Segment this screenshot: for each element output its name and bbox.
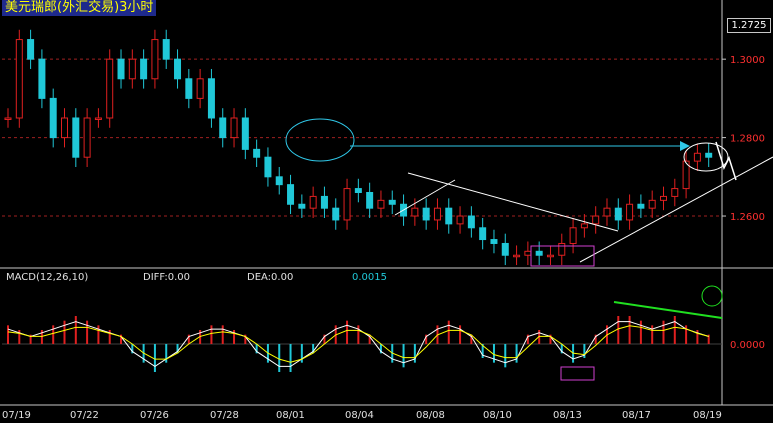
current-price-box: 1.2725 [727, 18, 771, 33]
chart-title: 美元瑞郎(外汇交易)3小时 [2, 0, 157, 16]
candle-body [94, 117, 102, 120]
candle-body [614, 207, 622, 221]
candle-body [264, 156, 272, 178]
x-tick-label: 08/17 [622, 410, 651, 421]
candle-body [332, 207, 340, 221]
trendline-down [407, 172, 619, 232]
macd-diff-label: DIFF:0.00 [143, 272, 191, 283]
candle-body [648, 199, 656, 209]
candle-body [207, 78, 215, 119]
candle-body [49, 97, 57, 139]
candle-body [659, 195, 667, 201]
candle-body [558, 242, 566, 256]
candle-body [117, 58, 125, 80]
candle-body [287, 184, 295, 205]
candle-body [637, 203, 645, 209]
candle-body [705, 152, 713, 158]
annotation-arrow-head [680, 141, 690, 151]
macd-indicator-label: MACD(12,26,10) [6, 272, 89, 283]
candle-body [433, 207, 441, 221]
candle-body [253, 148, 261, 158]
candle-body [128, 58, 136, 80]
candle-body [4, 117, 12, 120]
x-tick-label: 08/01 [276, 410, 305, 421]
annotation-box-2 [560, 366, 595, 381]
x-tick-label: 08/10 [483, 410, 512, 421]
candle-body [343, 188, 351, 221]
candle-body [456, 215, 464, 225]
candle-body [15, 39, 23, 119]
candle-body [61, 117, 69, 139]
x-tick-label: 08/04 [345, 410, 374, 421]
candle-body [388, 199, 396, 205]
stock-chart-svg: 1.3000 1.2800 1.2600 0.0000 07/19 07/22 07/26 0… [0, 0, 773, 421]
candle-body [151, 39, 159, 80]
x-tick-label: 08/19 [693, 410, 722, 421]
candle-body [524, 250, 532, 256]
candle-body [83, 117, 91, 158]
candle-body [467, 215, 475, 229]
x-tick-label: 08/13 [553, 410, 582, 421]
candle-body [513, 254, 521, 258]
x-tick-label: 07/22 [70, 410, 99, 421]
candle-body [580, 223, 588, 229]
forecast-zigzag [715, 141, 737, 181]
candle-body [411, 207, 419, 217]
macd-dea-label: DEA:0.00 [247, 272, 294, 283]
x-tick-label: 07/28 [210, 410, 239, 421]
candle-body [320, 195, 328, 209]
y-tick-label: 1.2800 [730, 134, 765, 145]
x-tick-label: 07/19 [2, 410, 31, 421]
candle-body [27, 39, 35, 60]
candle-body [72, 117, 80, 158]
candle-body [377, 199, 385, 209]
candle-body [162, 39, 170, 60]
candle-body [106, 58, 114, 119]
x-tick-label: 07/26 [140, 410, 169, 421]
y-tick-label: 1.3000 [730, 55, 765, 66]
y-tick-label: 1.2600 [730, 212, 765, 223]
candle-body [671, 188, 679, 197]
candle-body [479, 227, 487, 241]
candle-body [626, 203, 634, 221]
candle-body [219, 117, 227, 139]
candle-body [569, 227, 577, 244]
macd-value-label: 0.0015 [352, 272, 387, 283]
candle-body [241, 117, 249, 150]
candle-body [592, 215, 600, 225]
candle-body [196, 78, 204, 99]
candle-body [174, 58, 182, 80]
candle-body [230, 117, 238, 139]
candle-body [298, 203, 306, 209]
candle-body [354, 188, 362, 193]
candle-body [185, 78, 193, 99]
candle-body [366, 191, 374, 209]
candle-body [309, 195, 317, 209]
annotation-circle-1 [285, 118, 355, 162]
x-tick-label: 08/08 [416, 410, 445, 421]
candle-body [535, 250, 543, 256]
candle-body [422, 207, 430, 221]
macd-y-tick-label: 0.0000 [730, 340, 765, 351]
candle-body [603, 207, 611, 217]
candle-body [275, 176, 283, 186]
annotation-circle-3 [701, 285, 723, 307]
chart-stage: 1.3000 1.2800 1.2600 0.0000 07/19 07/22 07/26 0… [0, 0, 773, 423]
candle-body [490, 239, 498, 244]
candle-body [445, 207, 453, 225]
candle-body [501, 242, 509, 256]
candle-body [140, 58, 148, 80]
candle-body [546, 254, 554, 258]
candle-body [693, 152, 701, 162]
candle-body [38, 58, 46, 99]
